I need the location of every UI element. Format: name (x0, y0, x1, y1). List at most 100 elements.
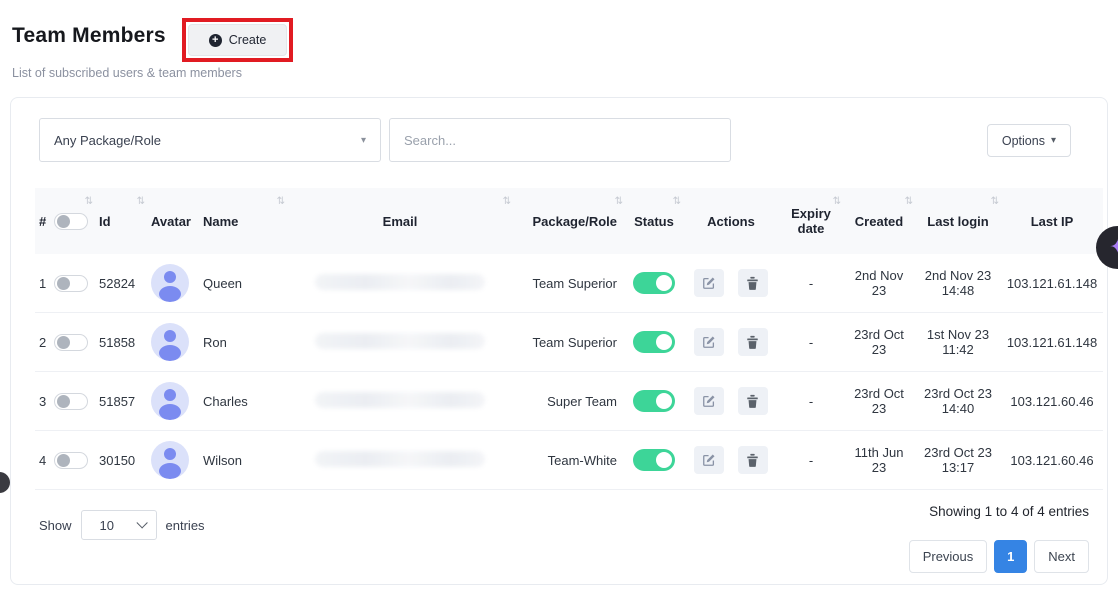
search-input[interactable] (389, 118, 731, 162)
options-button[interactable]: Options ▾ (987, 124, 1071, 157)
member-id: 51858 (95, 313, 147, 372)
row-number: 2 (39, 335, 46, 350)
edge-widget-dot[interactable] (0, 472, 10, 493)
showing-entries-text: Showing 1 to 4 of 4 entries (929, 504, 1089, 519)
column-header-email[interactable]: Email ⇅ (287, 188, 513, 254)
member-id: 30150 (95, 431, 147, 490)
column-header-last-login-label: Last login (927, 214, 988, 229)
column-header-created[interactable]: Created ⇅ (843, 188, 915, 254)
column-header-name[interactable]: Name ⇅ (199, 188, 287, 254)
member-package: Super Team (513, 372, 625, 431)
package-role-selected-value: Any Package/Role (54, 133, 161, 148)
row-select-toggle[interactable] (54, 393, 88, 410)
column-header-email-label: Email (383, 214, 418, 229)
last-login: 23rd Oct 23 13:17 (915, 431, 1001, 490)
column-header-status[interactable]: Status ⇅ (625, 188, 683, 254)
chevron-down-icon (136, 517, 147, 528)
column-header-package[interactable]: Package/Role ⇅ (513, 188, 625, 254)
expiry-date: - (779, 431, 843, 490)
delete-button[interactable] (738, 387, 768, 415)
column-header-id[interactable]: Id ⇅ (95, 188, 147, 254)
trash-icon (746, 276, 759, 290)
column-header-avatar: Avatar (147, 188, 199, 254)
member-package: Team Superior (513, 254, 625, 313)
created-date: 23rd Oct 23 (843, 372, 915, 431)
page-subtitle: List of subscribed users & team members (12, 66, 242, 80)
trash-icon (746, 394, 759, 408)
edit-icon (702, 453, 716, 467)
column-header-package-label: Package/Role (532, 214, 617, 229)
previous-page-button[interactable]: Previous (909, 540, 988, 573)
delete-button[interactable] (738, 328, 768, 356)
create-button-label: Create (229, 33, 267, 47)
caret-down-icon: ▾ (361, 135, 366, 146)
sort-icon: ⇅ (137, 196, 145, 207)
avatar (151, 323, 189, 361)
delete-button[interactable] (738, 446, 768, 474)
trash-icon (746, 453, 759, 467)
page-size-control: Show 10 entries (39, 510, 205, 540)
member-id: 51857 (95, 372, 147, 431)
column-header-expiry-label: Expiry date (791, 206, 831, 236)
last-ip: 103.121.61.148 (1001, 313, 1103, 372)
column-header-id-label: Id (99, 214, 111, 229)
column-header-num[interactable]: # ⇅ (35, 188, 95, 254)
edit-button[interactable] (694, 328, 724, 356)
row-number: 4 (39, 453, 46, 468)
last-ip: 103.121.60.46 (1001, 431, 1103, 490)
avatar (151, 264, 189, 302)
page-size-value: 10 (100, 518, 114, 533)
page-size-select[interactable]: 10 (81, 510, 157, 540)
column-header-num-label: # (39, 214, 46, 229)
status-toggle[interactable] (633, 390, 675, 412)
status-toggle[interactable] (633, 272, 675, 294)
member-id: 52824 (95, 254, 147, 313)
create-highlight-box: + Create (182, 18, 294, 62)
email-redacted (315, 451, 485, 467)
delete-button[interactable] (738, 269, 768, 297)
expiry-date: - (779, 254, 843, 313)
status-toggle[interactable] (633, 331, 675, 353)
edit-button[interactable] (694, 387, 724, 415)
pagination: Previous 1 Next (909, 540, 1089, 573)
edit-icon (702, 394, 716, 408)
member-package: Team-White (513, 431, 625, 490)
member-name: Charles (199, 372, 287, 431)
show-label: Show (39, 518, 72, 533)
edit-button[interactable] (694, 269, 724, 297)
expiry-date: - (779, 372, 843, 431)
entries-label: entries (166, 518, 205, 533)
sort-icon: ⇅ (503, 196, 511, 207)
status-toggle[interactable] (633, 449, 675, 471)
row-select-toggle[interactable] (54, 275, 88, 292)
select-all-toggle[interactable] (54, 213, 88, 230)
column-header-last-ip[interactable]: Last IP (1001, 188, 1103, 254)
sort-icon: ⇅ (615, 196, 623, 207)
column-header-last-login[interactable]: Last login ⇅ (915, 188, 1001, 254)
members-card: Any Package/Role ▾ Options ▾ # (10, 97, 1108, 585)
edit-button[interactable] (694, 446, 724, 474)
column-header-actions: Actions (683, 188, 779, 254)
column-header-expiry[interactable]: Expiry date ⇅ (779, 188, 843, 254)
package-role-select[interactable]: Any Package/Role ▾ (39, 118, 381, 162)
sort-icon: ⇅ (833, 196, 841, 207)
create-button[interactable]: + Create (188, 24, 288, 56)
next-page-button[interactable]: Next (1034, 540, 1089, 573)
last-ip: 103.121.61.148 (1001, 254, 1103, 313)
email-redacted (315, 392, 485, 408)
avatar (151, 382, 189, 420)
sort-icon: ⇅ (991, 196, 999, 207)
row-select-toggle[interactable] (54, 334, 88, 351)
row-select-toggle[interactable] (54, 452, 88, 469)
team-members-page: Team Members + Create List of subscribed… (0, 0, 1118, 593)
column-header-actions-label: Actions (707, 214, 755, 229)
column-header-avatar-label: Avatar (151, 214, 191, 229)
avatar (151, 441, 189, 479)
last-login: 1st Nov 23 11:42 (915, 313, 1001, 372)
table-row: 3 51857 Charles Super Team (35, 372, 1103, 431)
last-login: 2nd Nov 23 14:48 (915, 254, 1001, 313)
options-button-label: Options (1002, 134, 1045, 148)
page-1-button[interactable]: 1 (994, 540, 1027, 573)
email-redacted (315, 333, 485, 349)
edit-icon (702, 276, 716, 290)
